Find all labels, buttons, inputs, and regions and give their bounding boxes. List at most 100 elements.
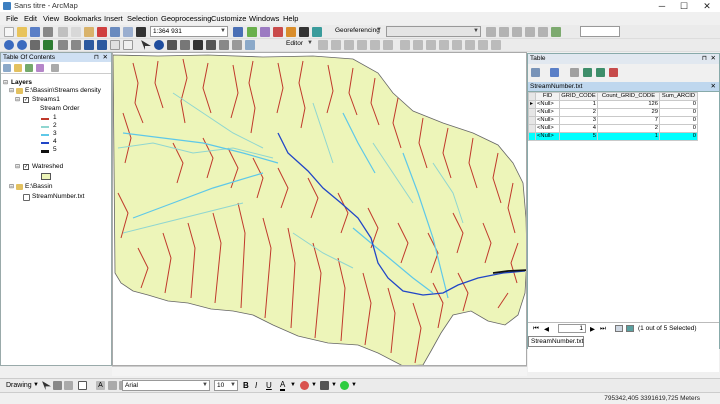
new-document-icon[interactable] [4, 27, 14, 37]
table-cell[interactable]: 1 [597, 132, 660, 141]
georef-tool-icon[interactable] [486, 27, 496, 37]
table-cell[interactable]: 2 [559, 108, 598, 117]
fixed-zoom-out-icon[interactable] [71, 40, 81, 50]
split-tool-icon[interactable] [439, 40, 449, 50]
map-scrollbar[interactable] [112, 366, 527, 376]
column-header[interactable]: GRID_CODE [559, 92, 598, 101]
sketch-properties-icon[interactable] [478, 40, 488, 50]
arctoolbox-icon[interactable] [286, 27, 296, 37]
hyperlink-icon[interactable] [167, 40, 177, 50]
underline-button[interactable]: U [266, 381, 272, 390]
list-by-visibility-icon[interactable] [25, 64, 33, 72]
table-row[interactable]: <Null> 3 7 0 [528, 116, 698, 125]
zoom-in-icon[interactable] [4, 40, 14, 50]
table-cell[interactable]: 3 [559, 116, 598, 125]
rotate-tool-icon[interactable] [452, 40, 462, 50]
table-row[interactable]: <Null> 2 29 0 [528, 108, 698, 117]
column-header[interactable]: Sum_ARCID [659, 92, 698, 101]
maximize-button[interactable]: ☐ [674, 0, 694, 12]
time-slider-icon[interactable] [232, 40, 242, 50]
list-by-source-icon[interactable] [14, 64, 22, 72]
table-cell[interactable]: <Null> [535, 108, 560, 117]
line-color-icon[interactable] [320, 381, 329, 390]
create-features-icon[interactable] [491, 40, 501, 50]
table-cell[interactable]: 1 [559, 100, 598, 109]
table-cell[interactable]: <Null> [535, 124, 560, 133]
chevron-down-icon[interactable]: ▼ [33, 382, 39, 388]
toc-table-streamnumber[interactable]: StreamNumber.txt [32, 193, 84, 201]
switch-selection-icon[interactable] [583, 68, 592, 77]
toc-window-icon[interactable] [247, 27, 257, 37]
undo-icon[interactable] [110, 27, 120, 37]
zoom-whole-page-icon[interactable] [64, 381, 73, 390]
menu-help[interactable]: Help [283, 14, 298, 23]
chevron-down-icon[interactable]: ▼ [290, 382, 296, 388]
marker-color-icon[interactable] [340, 381, 349, 390]
clear-selection-table-icon[interactable] [596, 68, 605, 77]
collapse-icon[interactable]: ⊟ [9, 87, 14, 94]
close-icon[interactable]: ✕ [711, 54, 716, 64]
first-record-icon[interactable]: ⏮ [533, 325, 539, 333]
rotate-element-icon[interactable] [53, 381, 62, 390]
last-record-icon[interactable]: ⏭ [600, 325, 606, 333]
list-by-drawing-order-icon[interactable] [3, 64, 11, 72]
editor-menu[interactable]: Editor ▼ [284, 39, 314, 50]
table-cell[interactable]: <Null> [535, 116, 560, 125]
table-cell[interactable]: 0 [659, 116, 698, 125]
edit-vertices-icon[interactable] [400, 40, 410, 50]
georef-table-icon[interactable] [538, 27, 548, 37]
add-data-icon[interactable] [136, 27, 146, 37]
menu-windows[interactable]: Windows [249, 14, 279, 23]
copy-icon[interactable] [71, 27, 81, 37]
trace-icon[interactable] [370, 40, 380, 50]
fill-color-icon[interactable] [300, 381, 309, 390]
pan-icon[interactable] [30, 40, 40, 50]
print-icon[interactable] [43, 27, 53, 37]
collapse-icon[interactable]: ⊟ [15, 96, 20, 103]
viewer-window-icon[interactable] [245, 40, 255, 50]
menu-customize[interactable]: Customize [211, 14, 246, 23]
georef-rotate-icon[interactable] [499, 27, 509, 37]
paste-icon[interactable] [84, 27, 94, 37]
row-selector[interactable]: ▸ [528, 100, 536, 109]
menu-view[interactable]: View [43, 14, 59, 23]
table-row-selected[interactable]: <Null> 5 1 0 [528, 132, 698, 141]
redo-icon[interactable] [123, 27, 133, 37]
delete-icon[interactable] [97, 27, 107, 37]
table-cell[interactable]: 29 [597, 108, 660, 117]
collapse-icon[interactable]: ⊟ [9, 183, 14, 190]
font-size-combo[interactable]: 10 ▼ [214, 380, 238, 391]
forward-extent-icon[interactable] [97, 40, 107, 50]
menu-file[interactable]: File [6, 14, 18, 23]
map-canvas[interactable] [113, 53, 527, 366]
search-window-icon[interactable] [273, 27, 283, 37]
chevron-down-icon[interactable]: ▼ [331, 382, 337, 388]
show-selected-records-icon[interactable] [626, 325, 634, 332]
table-cell[interactable]: 5 [559, 132, 598, 141]
chevron-down-icon[interactable]: ▼ [311, 382, 317, 388]
streams-visibility-checkbox[interactable]: ✓ [23, 97, 29, 103]
table-cell[interactable]: 4 [559, 124, 598, 133]
collapse-icon[interactable]: ⊟ [3, 79, 8, 86]
list-by-selection-icon[interactable] [36, 64, 44, 72]
table-options-icon[interactable] [531, 68, 540, 77]
edit-tool-icon[interactable] [318, 40, 328, 50]
edit-annotation-icon[interactable] [331, 40, 341, 50]
chevron-down-icon[interactable]: ▼ [351, 382, 357, 388]
table-cell[interactable]: 0 [659, 132, 698, 141]
cut-icon[interactable] [58, 27, 68, 37]
attributes-icon[interactable] [465, 40, 475, 50]
save-icon[interactable] [30, 27, 40, 37]
menu-edit[interactable]: Edit [24, 14, 37, 23]
row-selector[interactable] [528, 116, 536, 125]
georef-link-icon[interactable] [525, 27, 535, 37]
endpoint-arc-icon[interactable] [357, 40, 367, 50]
draw-line-icon[interactable] [108, 381, 117, 390]
table-bottom-tab[interactable]: StreamNumber.txt [528, 336, 584, 347]
model-builder-icon[interactable] [312, 27, 322, 37]
layers-dataframe[interactable]: Layers [11, 79, 32, 87]
menu-bookmarks[interactable]: Bookmarks [64, 14, 102, 23]
editor-toolbar-icon[interactable] [233, 27, 243, 37]
table-cell[interactable]: 0 [659, 124, 698, 133]
select-by-attributes-icon[interactable] [570, 68, 579, 77]
